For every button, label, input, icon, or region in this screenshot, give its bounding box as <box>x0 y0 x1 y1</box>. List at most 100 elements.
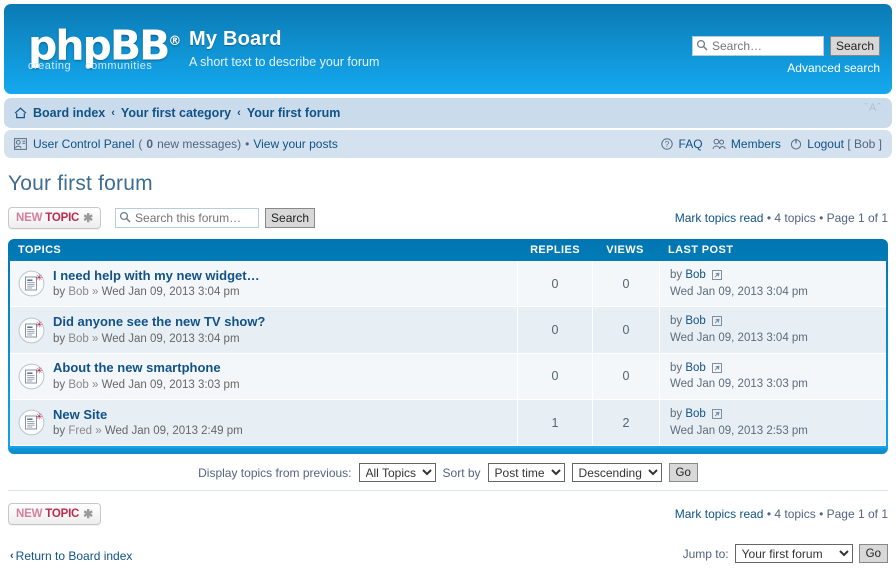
by-label: by <box>670 315 683 328</box>
jump-to-go-button[interactable]: Go <box>858 544 888 564</box>
topic-author-link[interactable]: Fred <box>68 425 92 437</box>
display-options-go-button[interactable]: Go <box>668 463 698 483</box>
topic-list: ✳ I need help with my new widget… by Bob… <box>10 261 886 447</box>
last-post-author-link[interactable]: Bob <box>685 315 705 327</box>
mark-topics-read-top[interactable]: Mark topics read <box>675 211 764 225</box>
last-post-author-link[interactable]: Bob <box>685 362 705 374</box>
new-messages-open-paren: ( <box>138 137 143 151</box>
replies-cell: 0 <box>517 307 592 353</box>
topic-author-link[interactable]: Bob <box>68 333 88 345</box>
svg-text:✳: ✳ <box>35 366 43 376</box>
goto-last-post-icon[interactable] <box>712 409 723 420</box>
last-post-author-link[interactable]: Bob <box>685 408 705 420</box>
display-options-bar: Display topics from previous: All Topics… <box>8 454 888 492</box>
new-topic-label-new: NEW <box>16 212 43 224</box>
new-messages-label: new messages) <box>157 137 242 151</box>
home-icon <box>14 107 27 119</box>
topic-cell: ✳ About the new smartphone by Bob » Wed … <box>10 354 517 399</box>
by-label: by <box>53 378 66 391</box>
font-size-changer[interactable]: ˇAˆ <box>864 102 882 114</box>
mark-topics-read-bottom[interactable]: Mark topics read <box>675 507 764 521</box>
last-post-cell: by Bob Wed Jan 09, 2013 2:53 pm <box>659 400 886 446</box>
logout-item[interactable]: Logout [ Bob ] <box>790 137 882 151</box>
forum-search-box: Search <box>115 208 316 228</box>
topic-unread-icon: ✳ <box>18 363 45 390</box>
replies-cell: 0 <box>517 353 592 400</box>
topic-table-header: TOPICS REPLIES VIEWS LAST POST <box>10 239 886 261</box>
goto-last-post-icon[interactable] <box>712 316 723 327</box>
forum-search-button[interactable]: Search <box>265 208 316 228</box>
by-label: by <box>670 269 683 281</box>
column-header-views: VIEWS <box>606 244 644 256</box>
topic-title-link[interactable]: I need help with my new widget… <box>53 267 260 285</box>
topic-author-link[interactable]: Bob <box>68 286 88 298</box>
logout-link[interactable]: Logout <box>807 137 844 151</box>
breadcrumb-first-forum[interactable]: Your first forum <box>247 106 341 120</box>
new-topic-button-top[interactable]: NEW TOPIC ✱ <box>8 207 102 229</box>
topic-info: About the new smartphone by Bob » Wed Ja… <box>53 359 240 393</box>
breadcrumb-board-index[interactable]: Board index <box>33 106 105 120</box>
raquo-separator: » <box>95 425 102 438</box>
return-to-board-index-link[interactable]: Return to Board index <box>16 549 133 563</box>
jump-to-box: Jump to: Your first forum Go <box>683 544 888 564</box>
user-nav-left: User Control Panel (0 new messages) • Vi… <box>14 137 661 151</box>
goto-last-post-icon[interactable] <box>712 270 723 280</box>
phpbb-logo[interactable]: phpBB® creating communities <box>28 22 188 77</box>
view-your-posts-link[interactable]: View your posts <box>253 137 338 151</box>
user-control-panel-link[interactable]: User Control Panel <box>33 137 134 151</box>
goto-last-post-icon[interactable] <box>712 362 723 373</box>
topic-title-link[interactable]: New Site <box>53 406 243 424</box>
topic-range-select[interactable]: All Topics <box>358 463 436 483</box>
by-label: by <box>670 408 683 421</box>
svg-text:✳: ✳ <box>35 413 43 423</box>
forum-search-input[interactable] <box>115 208 260 228</box>
topic-count-bottom: 4 topics <box>774 507 816 522</box>
topic-title-link[interactable]: Did anyone see the new TV show? <box>53 313 265 331</box>
table-row[interactable]: ✳ I need help with my new widget… by Bob… <box>10 261 886 308</box>
svg-text:✳: ✳ <box>35 274 43 284</box>
topic-actions-top: NEWTOPIC✱ Search Mark topics read • 4 to… <box>8 206 888 230</box>
views-cell: 0 <box>592 261 659 307</box>
registered-mark: ® <box>168 34 182 49</box>
board-tagline: A short text to describe your forum <box>189 55 380 69</box>
topic-table: TOPICS REPLIES VIEWS LAST POST ✳ I need … <box>8 239 888 449</box>
faq-item[interactable]: ? FAQ <box>661 137 703 151</box>
last-post-time: Wed Jan 09, 2013 3:04 pm <box>670 285 808 298</box>
topic-actions-bottom: NEW TOPIC ✱ Mark topics read • 4 topics • … <box>8 491 888 526</box>
topic-count-top: 4 topics <box>774 211 816 225</box>
logged-in-username: [ Bob ] <box>847 137 882 151</box>
new-topic-label-new: NEW <box>16 508 43 521</box>
jump-to-select[interactable]: Your first forum <box>734 544 853 564</box>
members-item[interactable]: Members <box>712 137 781 151</box>
faq-link[interactable]: FAQ <box>679 137 703 151</box>
members-icon <box>712 138 726 150</box>
user-nav-right: ? FAQ Members Logout [ Bob ] <box>661 137 882 151</box>
search-input[interactable] <box>691 36 824 56</box>
last-post-author-link[interactable]: Bob <box>685 269 705 281</box>
phpbb-forum-page: phpBB® creating communities My Board A sh… <box>0 4 896 564</box>
topic-author-link[interactable]: Bob <box>68 379 88 391</box>
members-link[interactable]: Members <box>731 137 781 151</box>
raquo-separator: » <box>92 332 99 345</box>
meta-bullet: • <box>819 507 824 522</box>
sort-key-select[interactable]: Post time <box>487 463 565 483</box>
topic-author-line: by Fred » Wed Jan 09, 2013 2:49 pm <box>53 424 243 440</box>
search-button[interactable]: Search <box>829 36 880 56</box>
by-label: by <box>53 332 66 345</box>
new-topic-button-bottom[interactable]: NEW TOPIC ✱ <box>8 503 102 526</box>
sort-by-label: Sort by <box>442 465 481 480</box>
raquo-separator: » <box>92 286 99 299</box>
display-options-label: Display topics from previous: <box>198 465 352 480</box>
column-header-last-post: LAST POST <box>668 244 734 256</box>
topic-unread-icon: ✳ <box>18 409 45 436</box>
topic-title-link[interactable]: About the new smartphone <box>53 359 240 377</box>
table-row[interactable]: ✳ Did anyone see the new TV show? by Bob… <box>10 307 886 354</box>
advanced-search-link[interactable]: Advanced search <box>692 61 880 75</box>
breadcrumb-separator: ‹ <box>111 107 115 119</box>
table-row[interactable]: ✳ New Site by Fred » Wed Jan 09, 2013 2:… <box>10 400 886 447</box>
table-row[interactable]: ✳ About the new smartphone by Bob » Wed … <box>10 353 886 401</box>
breadcrumb-first-category[interactable]: Your first category <box>121 106 231 120</box>
sort-direction-select[interactable]: Descending <box>571 463 662 483</box>
meta-bullet: • <box>819 211 824 225</box>
power-icon <box>790 138 802 150</box>
